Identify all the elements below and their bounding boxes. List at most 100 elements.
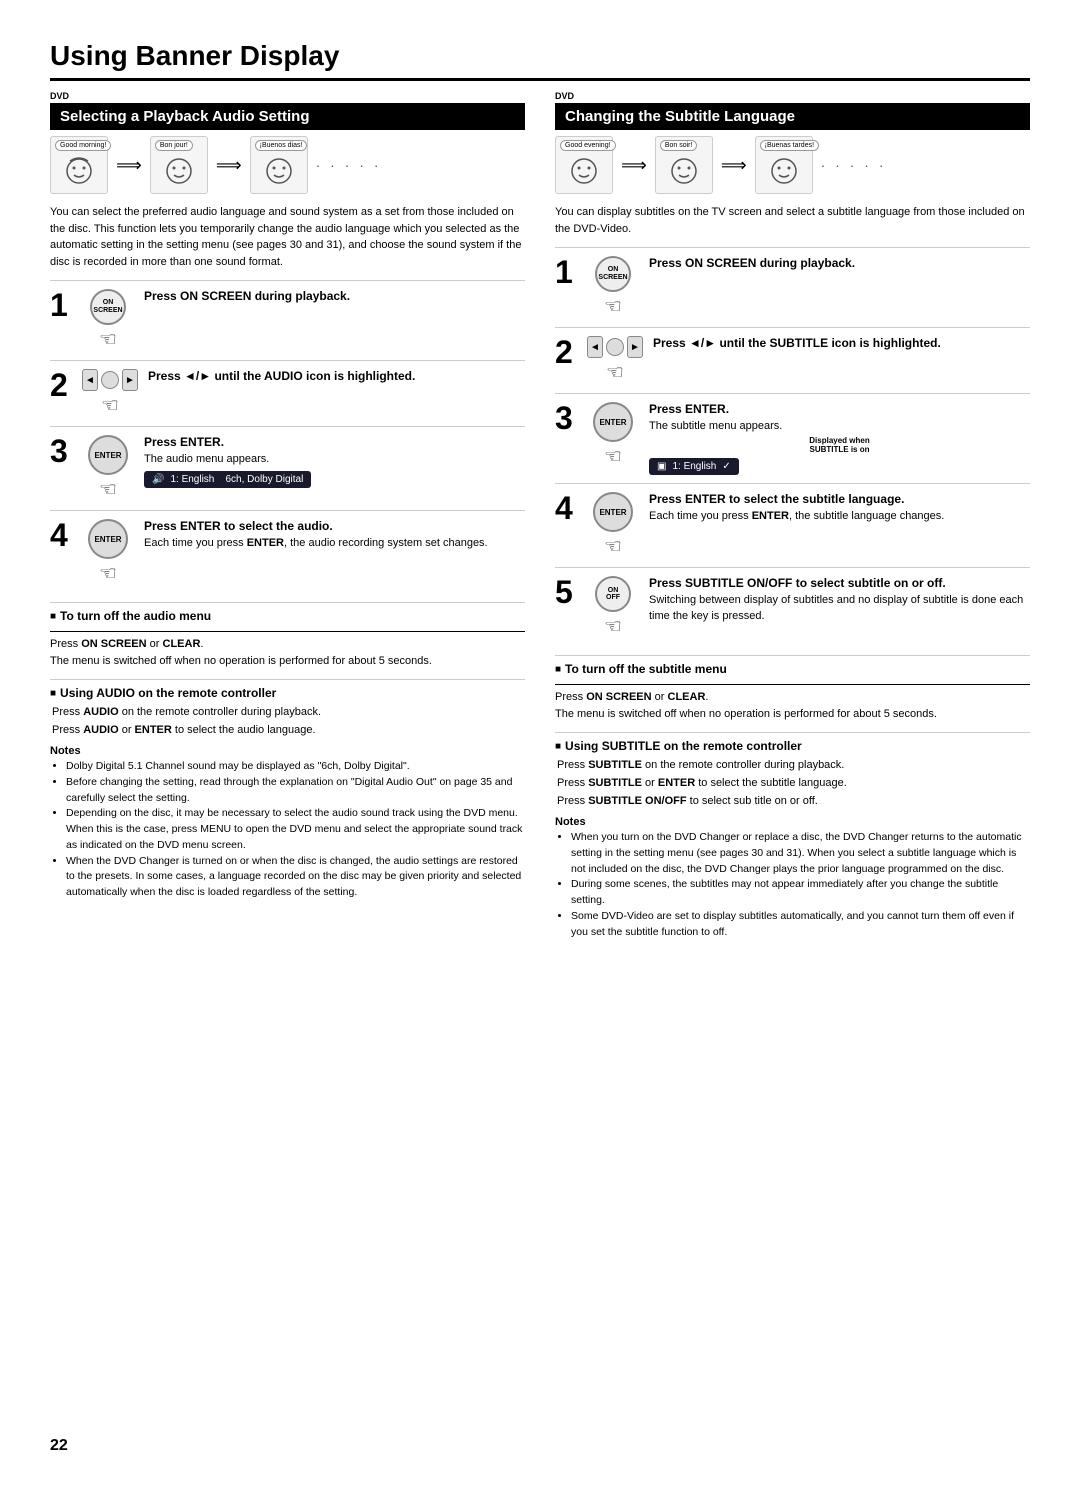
left-step-2-icon: ◄ ► ☜ xyxy=(82,369,138,418)
left-dpad-2: ◄ ► xyxy=(82,369,138,391)
left-arrow-2: ⟹ xyxy=(216,155,242,176)
left-section-title: Selecting a Playback Audio Setting xyxy=(60,108,310,125)
right-step-5: 5 ONOFF ☜ Press SUBTITLE ON/OFF to selec… xyxy=(555,567,1030,647)
right-bubble-1: Good evening! xyxy=(560,140,616,151)
left-note-turn-off: To turn off the audio menu Press ON SCRE… xyxy=(50,602,525,669)
left-hand-2: ☜ xyxy=(101,393,119,418)
right-bubble-3: ¡Buenas tardes! xyxy=(760,140,819,151)
left-step-3-title: Press ENTER. xyxy=(144,435,525,449)
left-step-4: 4 ENTER ☜ Press ENTER to select the audi… xyxy=(50,510,525,594)
right-dots: · · · · · xyxy=(821,157,887,173)
right-face-svg-1 xyxy=(565,151,603,189)
left-menu-text: 1: English 6ch, Dolby Digital xyxy=(170,474,303,485)
right-step-5-number: 5 xyxy=(555,576,577,608)
right-step-1: 1 ONSCREEN ☜ Press ON SCREEN during play… xyxy=(555,247,1030,327)
left-step-2-title: Press ◄/► until the AUDIO icon is highli… xyxy=(148,369,525,383)
right-remote-section: Using SUBTITLE on the remote controller … xyxy=(555,732,1030,810)
right-step-4-icon: ENTER ☜ xyxy=(587,492,639,559)
left-enter-btn-3: ENTER xyxy=(88,435,128,475)
right-hand-5: ☜ xyxy=(604,614,622,639)
right-step-4-title: Press ENTER to select the subtitle langu… xyxy=(649,492,1030,506)
right-notes: Notes When you turn on the DVD Changer o… xyxy=(555,816,1030,940)
right-menu-subtitle-icon: ▣ xyxy=(657,461,666,472)
right-step-3-content: Press ENTER. The subtitle menu appears. … xyxy=(649,402,1030,475)
right-step-4-content: Press ENTER to select the subtitle langu… xyxy=(649,492,1030,524)
left-face-2: Bon jour! xyxy=(150,136,208,194)
right-on-screen-btn-1: ONSCREEN xyxy=(595,256,631,292)
left-remote-item-2: Press AUDIO or ENTER to select the audio… xyxy=(52,722,525,740)
left-step-1-title: Press ON SCREEN during playback. xyxy=(144,289,525,303)
left-notes: Notes Dolby Digital 5.1 Channel sound ma… xyxy=(50,745,525,901)
right-remote-title: Using SUBTITLE on the remote controller xyxy=(555,739,1030,753)
left-divider-1 xyxy=(50,631,525,632)
right-notes-title: Notes xyxy=(555,816,1030,828)
left-face-1: Good morning! xyxy=(50,136,108,194)
left-step-2-number: 2 xyxy=(50,369,72,401)
left-face-3: ¡Buenos dias! xyxy=(250,136,308,194)
right-step-2-title: Press ◄/► until the SUBTITLE icon is hig… xyxy=(653,336,1030,350)
left-note-1: Dolby Digital 5.1 Channel sound may be d… xyxy=(66,759,525,775)
right-face-svg-3 xyxy=(765,151,803,189)
right-hand-3: ☜ xyxy=(604,444,622,469)
right-face-1: Good evening! xyxy=(555,136,613,194)
left-step-3-content: Press ENTER. The audio menu appears. 🔊 1… xyxy=(144,435,525,488)
left-step-4-sub: Each time you press ENTER, the audio rec… xyxy=(144,536,525,551)
right-hand-4: ☜ xyxy=(604,534,622,559)
left-step-1-icon: ONSCREEN ☜ xyxy=(82,289,134,352)
left-face-svg-3 xyxy=(260,151,298,189)
left-menu-audio-icon: 🔊 xyxy=(152,474,164,485)
left-on-screen-btn-1: ONSCREEN xyxy=(90,289,126,325)
left-step-3: 3 ENTER ☜ Press ENTER. The audio menu ap… xyxy=(50,426,525,510)
left-hand-4: ☜ xyxy=(99,561,117,586)
right-menu-check: ✓ xyxy=(722,461,730,472)
right-enter-btn-3: ENTER xyxy=(593,402,633,442)
left-remote-item-1: Press AUDIO on the remote controller dur… xyxy=(52,704,525,722)
right-section: DVD Changing the Subtitle Language Good … xyxy=(555,91,1030,940)
right-step-2: 2 ◄ ► ☜ Press ◄/► until the SUBTITLE ico… xyxy=(555,327,1030,393)
left-step-2: 2 ◄ ► ☜ Press ◄/► until the AUDIO icon i… xyxy=(50,360,525,426)
right-dvd-label: DVD xyxy=(555,91,1030,101)
right-step-5-title: Press SUBTITLE ON/OFF to select subtitle… xyxy=(649,576,1030,590)
right-step-2-content: Press ◄/► until the SUBTITLE icon is hig… xyxy=(653,336,1030,353)
page-number: 22 xyxy=(50,1437,68,1455)
right-hand-1: ☜ xyxy=(604,294,622,319)
right-remote-item-2: Press SUBTITLE or ENTER to select the su… xyxy=(557,775,1030,793)
page-title: Using Banner Display xyxy=(50,40,1030,81)
right-notes-list: When you turn on the DVD Changer or repl… xyxy=(555,830,1030,940)
right-note-turn-off-body: Press ON SCREEN or CLEAR. The menu is sw… xyxy=(555,689,1030,722)
right-onoff-btn-5: ONOFF xyxy=(595,576,631,612)
right-dpad-right: ► xyxy=(627,336,643,358)
left-step-4-content: Press ENTER to select the audio. Each ti… xyxy=(144,519,525,551)
right-menu-subtitle-text: 1: English xyxy=(672,461,716,472)
right-face-2: Bon soir! xyxy=(655,136,713,194)
right-step-3-title: Press ENTER. xyxy=(649,402,1030,416)
left-step-3-icon: ENTER ☜ xyxy=(82,435,134,502)
left-body-text: You can select the preferred audio langu… xyxy=(50,204,525,270)
left-step-4-icon: ENTER ☜ xyxy=(82,519,134,586)
right-dpad-left: ◄ xyxy=(587,336,603,358)
right-remote-list: Press SUBTITLE on the remote controller … xyxy=(555,757,1030,810)
left-step-1-content: Press ON SCREEN during playback. xyxy=(144,289,525,306)
right-body-text: You can display subtitles on the TV scre… xyxy=(555,204,1030,237)
left-step-4-title: Press ENTER to select the audio. xyxy=(144,519,525,533)
right-step-4-number: 4 xyxy=(555,492,577,524)
right-enter-btn-4: ENTER xyxy=(593,492,633,532)
right-dpad-center xyxy=(606,338,624,356)
right-menu-display-3: ▣ 1: English ✓ xyxy=(649,458,739,475)
right-section-title: Changing the Subtitle Language xyxy=(565,108,795,125)
right-hand-2: ☜ xyxy=(606,360,624,385)
left-face-svg-1 xyxy=(60,151,98,189)
left-step-4-number: 4 xyxy=(50,519,72,551)
left-section: DVD Selecting a Playback Audio Setting G… xyxy=(50,91,525,940)
right-arrow-2: ⟹ xyxy=(721,155,747,176)
right-step-2-number: 2 xyxy=(555,336,577,368)
right-step-4-sub: Each time you press ENTER, the subtitle … xyxy=(649,509,1030,524)
right-remote-item-1: Press SUBTITLE on the remote controller … xyxy=(557,757,1030,775)
right-section-header: Changing the Subtitle Language xyxy=(555,103,1030,130)
right-note-turn-off-title: To turn off the subtitle menu xyxy=(555,662,1030,676)
right-note-turn-off: To turn off the subtitle menu Press ON S… xyxy=(555,655,1030,722)
left-step-1-number: 1 xyxy=(50,289,72,321)
right-note-2: During some scenes, the subtitles may no… xyxy=(571,877,1030,909)
left-dots: · · · · · xyxy=(316,157,382,173)
right-remote-item-3: Press SUBTITLE ON/OFF to select sub titl… xyxy=(557,793,1030,811)
